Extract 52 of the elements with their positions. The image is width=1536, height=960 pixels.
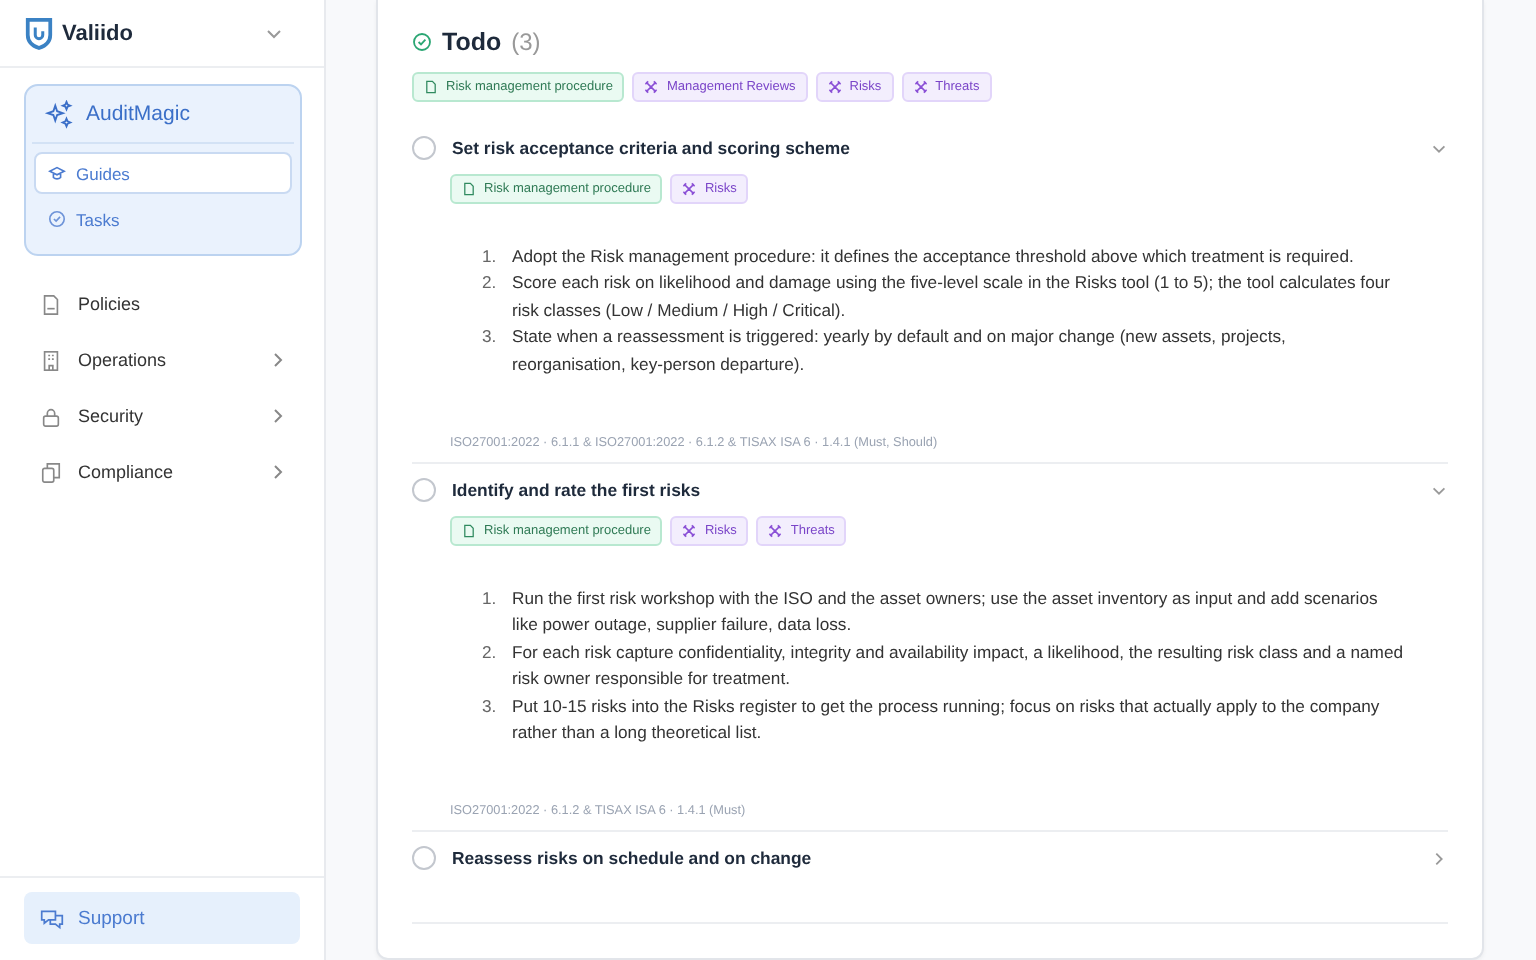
step-number: 2. bbox=[482, 270, 499, 297]
cap-icon bbox=[48, 164, 66, 182]
task-checkbox[interactable] bbox=[412, 136, 436, 160]
nav-item[interactable]: Operations bbox=[0, 332, 324, 388]
step-number: 3. bbox=[482, 693, 499, 720]
step-number: 2. bbox=[482, 639, 499, 666]
document-icon bbox=[462, 524, 476, 539]
building-icon bbox=[40, 349, 62, 371]
chat-icon bbox=[40, 907, 64, 929]
tools-icon bbox=[827, 80, 842, 94]
copy-icon bbox=[40, 461, 62, 483]
nav-item[interactable]: Policies bbox=[0, 276, 324, 332]
tools-icon bbox=[644, 80, 659, 94]
chevron-icon[interactable] bbox=[1430, 849, 1448, 868]
tools-icon bbox=[768, 524, 783, 539]
document-icon bbox=[424, 80, 438, 94]
task-checkbox[interactable] bbox=[412, 846, 436, 871]
nav-item[interactable]: Security bbox=[0, 388, 324, 444]
logo-icon bbox=[24, 16, 54, 50]
task-title[interactable]: Identify and rate the first risks bbox=[452, 480, 1414, 501]
tools-icon bbox=[913, 80, 928, 94]
lock-icon bbox=[40, 405, 62, 427]
document-icon bbox=[462, 182, 476, 196]
group-title[interactable]: AuditMagic bbox=[86, 102, 190, 126]
step-text: Run the first risk workshop with the ISO and the asset owners; use the asset inventory as input and add scenarios like power outage, supplier failure, data loss. bbox=[512, 586, 1380, 639]
task-title[interactable]: Set risk acceptance criteria and scoring scheme bbox=[452, 138, 1414, 158]
nav-item[interactable]: Guides bbox=[34, 152, 292, 194]
step-text: For each risk capture confidentiality, integrity and availability impact, a likelihood, the resulting risk class and a named risk owner responsible for treatment. bbox=[512, 639, 1404, 693]
step-text: State when a reassessment is triggered: yearly by default and on major change (new assets, projects, reorganisation, key-person departure). bbox=[512, 324, 1288, 378]
step-number: 3. bbox=[482, 324, 499, 351]
step-number: 1. bbox=[482, 244, 499, 270]
step-number: 1. bbox=[482, 586, 499, 613]
chevron-right-icon bbox=[268, 406, 288, 426]
check-circle-icon bbox=[412, 32, 432, 52]
sparkle-icon bbox=[44, 99, 74, 129]
step-text: Put 10-15 risks into the Risks register to get the process running; focus on risks that actually apply to the company rather than a long theoretical list. bbox=[512, 693, 1382, 747]
check-circle-icon bbox=[48, 210, 66, 228]
brand-name: Valiido bbox=[62, 21, 135, 45]
tools-icon bbox=[682, 524, 697, 539]
tools-icon bbox=[682, 182, 697, 196]
task-count: (3) bbox=[511, 28, 541, 56]
step-text: Score each risk on likelihood and damage using the five-level scale in the Risks tool (1 to 5); the tool calculates four risk classes (Low / Medium / High / Critical). bbox=[512, 270, 1392, 324]
task-title[interactable]: Reassess risks on schedule and on change bbox=[452, 848, 1414, 869]
section-title: Todo bbox=[442, 28, 502, 56]
task-checkbox[interactable] bbox=[412, 478, 436, 503]
document-icon bbox=[40, 293, 62, 315]
chevron-right-icon bbox=[268, 350, 288, 370]
support-button[interactable]: Support bbox=[24, 892, 300, 944]
chevron-right-icon bbox=[268, 462, 288, 482]
step-text: Adopt the Risk management procedure: it defines the acceptance threshold above which treatment is required. bbox=[512, 244, 1356, 270]
nav-item[interactable]: Tasks bbox=[34, 198, 292, 240]
nav-item[interactable]: Compliance bbox=[0, 444, 324, 500]
